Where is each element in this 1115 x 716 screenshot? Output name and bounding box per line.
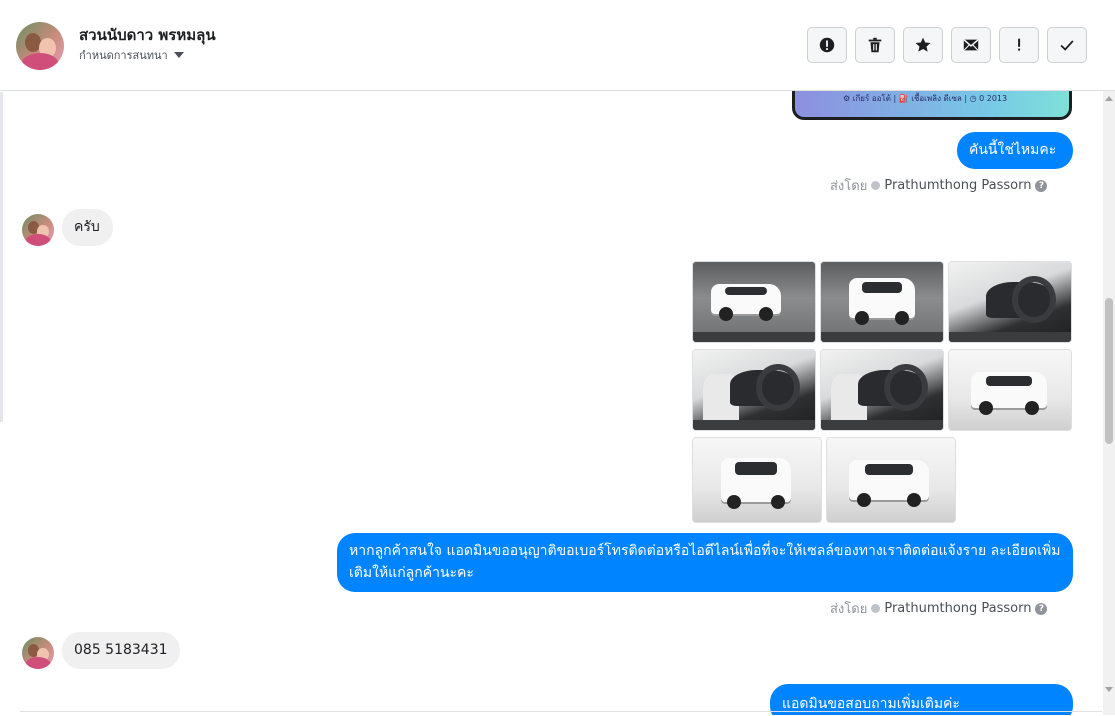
sender-name[interactable]: Prathumthong Passorn bbox=[884, 601, 1031, 616]
car-photo-thumbnail[interactable] bbox=[692, 349, 816, 431]
help-icon[interactable]: ? bbox=[1035, 602, 1048, 615]
check-icon bbox=[1060, 40, 1074, 51]
incoming-message[interactable]: ครับ bbox=[62, 209, 113, 246]
scroll-up-arrow-icon[interactable] bbox=[1105, 96, 1113, 101]
message-composer-edge bbox=[20, 711, 1102, 716]
message-text: ครับ bbox=[74, 219, 100, 235]
car-listing-spec: ⚙ เกียร์ ออโต้ | ⛽ เชื้อเพลิง ดีเซล | ◷ … bbox=[843, 94, 1008, 103]
outgoing-message[interactable]: คันนี้ใช่ไหมคะ bbox=[957, 132, 1073, 169]
star-icon bbox=[915, 37, 931, 52]
alert-circle-icon bbox=[819, 37, 835, 53]
envelope-icon bbox=[963, 39, 979, 51]
assign-conversation-label: กำหนดการสนทนา bbox=[79, 49, 168, 62]
done-button[interactable] bbox=[1047, 27, 1087, 63]
delete-button[interactable] bbox=[855, 27, 895, 63]
verified-dot-icon bbox=[871, 181, 881, 190]
caret-down-icon bbox=[173, 52, 184, 58]
mark-unread-button[interactable] bbox=[951, 27, 991, 63]
incoming-message[interactable]: 085 5183431 bbox=[62, 632, 180, 669]
car-photo-thumbnail[interactable] bbox=[692, 437, 822, 523]
contact-avatar-small[interactable] bbox=[22, 637, 54, 669]
scrollbar-thumb[interactable] bbox=[1105, 298, 1113, 444]
car-photo-thumbnail[interactable] bbox=[820, 349, 944, 431]
verified-dot-icon bbox=[871, 604, 881, 613]
sender-name[interactable]: Prathumthong Passorn bbox=[884, 178, 1031, 193]
trash-icon bbox=[868, 37, 882, 53]
conversation-header: สวนนับดาว พรหมลุน กำหนดการสนทนา bbox=[0, 0, 1115, 91]
scroll-down-arrow-icon[interactable] bbox=[1105, 687, 1113, 692]
star-button[interactable] bbox=[903, 27, 943, 63]
sent-by-line: ส่งโดย Prathumthong Passorn ? bbox=[830, 175, 1048, 196]
message-text: หากลูกค้าสนใจ แอดมินขออนุญาติขอเบอร์โทรต… bbox=[349, 543, 1061, 581]
car-listing-image[interactable]: ⚙ เกียร์ ออโต้ | ⛽ เชื้อเพลิง ดีเซล | ◷ … bbox=[792, 91, 1072, 120]
car-photo-thumbnail[interactable] bbox=[826, 437, 956, 523]
assign-conversation-dropdown[interactable]: กำหนดการสนทนา bbox=[79, 46, 184, 64]
car-photo-thumbnail[interactable] bbox=[820, 261, 944, 343]
message-text: 085 5183431 bbox=[74, 642, 168, 658]
contact-avatar-small[interactable] bbox=[22, 214, 54, 246]
message-thread[interactable]: ⚙ เกียร์ ออโต้ | ⛽ เชื้อเพลิง ดีเซล | ◷ … bbox=[0, 91, 1102, 715]
exclamation-icon bbox=[1018, 38, 1021, 51]
message-text: แอดมินขอสอบถามเพิ่มเติมค่ะ bbox=[782, 696, 960, 712]
car-photo-thumbnail[interactable] bbox=[948, 261, 1072, 343]
car-photo-thumbnail[interactable] bbox=[692, 261, 816, 343]
follow-up-button[interactable] bbox=[999, 27, 1039, 63]
car-photo-thumbnail[interactable] bbox=[948, 349, 1072, 431]
help-icon[interactable]: ? bbox=[1035, 179, 1048, 192]
outgoing-message[interactable]: หากลูกค้าสนใจ แอดมินขออนุญาติขอเบอร์โทรต… bbox=[337, 533, 1073, 592]
sent-by-line: ส่งโดย Prathumthong Passorn ? bbox=[830, 598, 1048, 619]
sent-by-prefix: ส่งโดย bbox=[830, 602, 868, 617]
contact-name[interactable]: สวนนับดาว พรหมลุน bbox=[79, 23, 216, 47]
contact-avatar[interactable] bbox=[16, 22, 64, 70]
sent-by-prefix: ส่งโดย bbox=[830, 179, 868, 194]
message-text: คันนี้ใช่ไหมคะ bbox=[969, 142, 1057, 158]
spam-button[interactable] bbox=[807, 27, 847, 63]
